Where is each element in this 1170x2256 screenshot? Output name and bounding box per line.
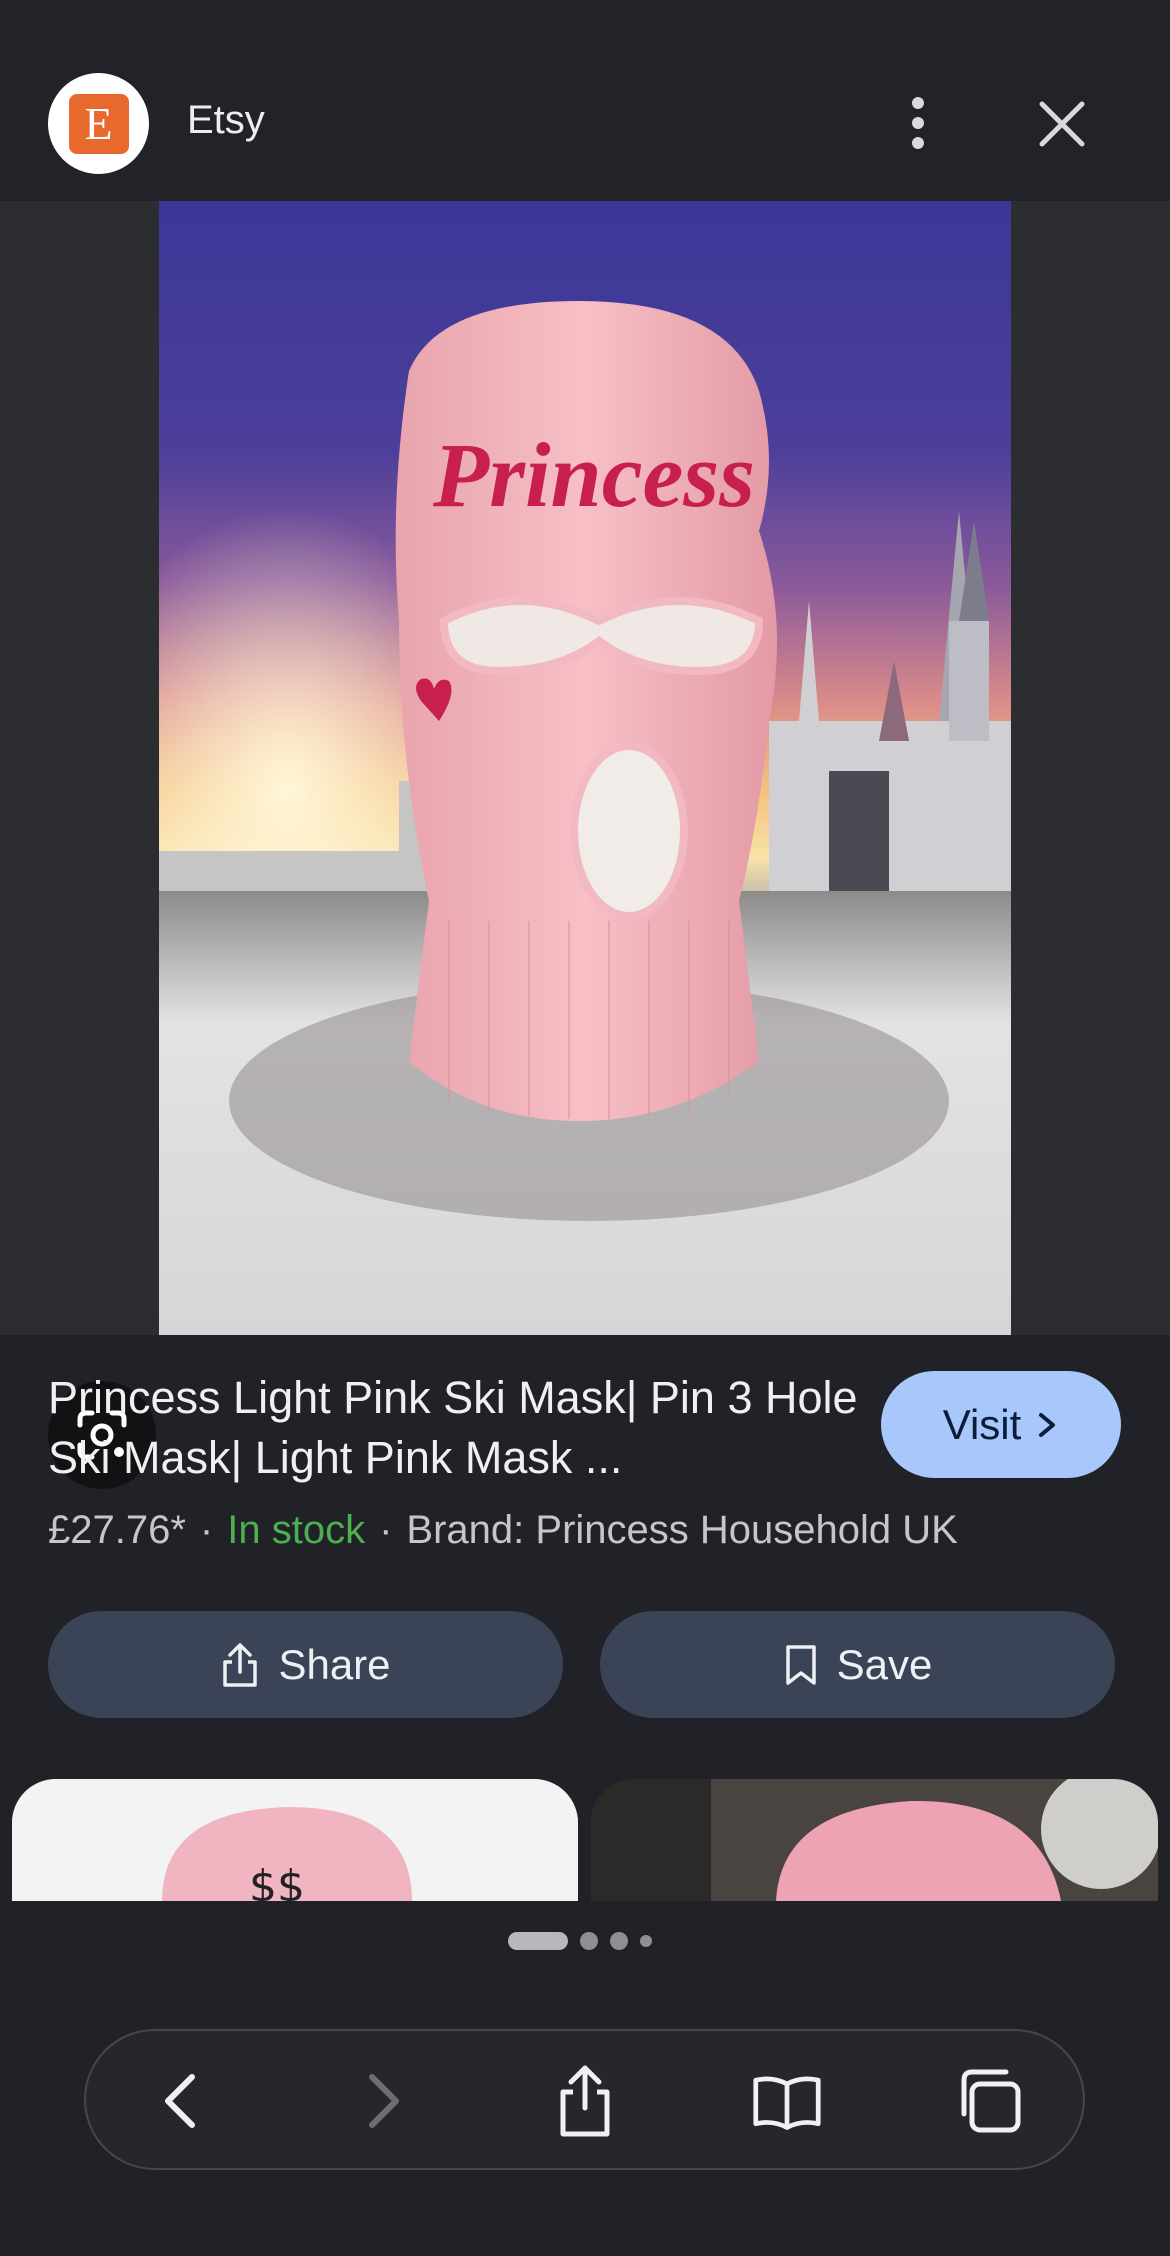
separator-dot: · xyxy=(379,1508,393,1552)
tabs-icon xyxy=(961,2069,1021,2133)
bookmark-icon xyxy=(785,1644,816,1685)
share-label: Share xyxy=(278,1640,391,1688)
ski-mask-photo: Princess xyxy=(159,201,1011,1335)
etsy-logo-letter: E xyxy=(68,93,129,154)
page-dot-active xyxy=(508,1932,568,1950)
forward-button[interactable] xyxy=(348,2066,418,2136)
bookmarks-button[interactable] xyxy=(752,2066,822,2136)
browser-share-button[interactable] xyxy=(550,2065,620,2137)
image-viewer: Princess xyxy=(0,201,1170,1489)
close-button[interactable] xyxy=(1034,96,1090,152)
chevron-right-icon xyxy=(1039,1412,1056,1437)
visit-label: Visit xyxy=(942,1400,1022,1448)
more-options-button[interactable] xyxy=(890,95,946,151)
svg-text:$$: $$ xyxy=(249,1861,305,1901)
page-indicator xyxy=(508,1932,652,1950)
related-item-image xyxy=(591,1779,1158,1901)
product-title[interactable]: Princess Light Pink Ski Mask| Pin 3 Hole… xyxy=(48,1368,868,1488)
embroidered-text: Princess xyxy=(432,424,755,526)
related-item-image: $$ xyxy=(12,1779,578,1901)
separator-dot: · xyxy=(199,1508,214,1552)
browser-toolbar xyxy=(84,2029,1085,2170)
back-icon xyxy=(165,2074,195,2128)
brand: Brand: Princess Household UK xyxy=(406,1508,958,1552)
save-label: Save xyxy=(836,1640,933,1688)
etsy-logo: E xyxy=(48,73,149,174)
share-button[interactable]: Share xyxy=(48,1611,563,1718)
share-icon xyxy=(223,1642,258,1687)
tabs-button[interactable] xyxy=(954,2066,1024,2136)
visit-button[interactable]: Visit xyxy=(881,1371,1121,1478)
stock-status: In stock xyxy=(227,1508,366,1552)
page-dot xyxy=(580,1932,598,1950)
save-button[interactable]: Save xyxy=(600,1611,1115,1718)
header: E Etsy xyxy=(0,0,1170,201)
related-item[interactable] xyxy=(591,1779,1158,1901)
forward-icon xyxy=(369,2074,399,2128)
page-dot xyxy=(640,1935,652,1947)
price: £27.76* xyxy=(48,1508,186,1552)
product-meta: £27.76* · In stock · Brand: Princess Househo… xyxy=(48,1508,958,1553)
close-icon xyxy=(1039,101,1085,147)
back-button[interactable] xyxy=(146,2066,216,2136)
site-name: Etsy xyxy=(187,98,265,142)
product-image[interactable]: Princess xyxy=(159,201,1011,1335)
more-vertical-icon xyxy=(912,97,924,149)
share-icon xyxy=(560,2065,610,2137)
related-item[interactable]: $$ xyxy=(12,1779,578,1901)
bookmarks-icon xyxy=(753,2076,821,2130)
page: E Etsy Princess Princess Light Pink Ski … xyxy=(0,0,1170,2256)
page-dot xyxy=(610,1932,628,1950)
